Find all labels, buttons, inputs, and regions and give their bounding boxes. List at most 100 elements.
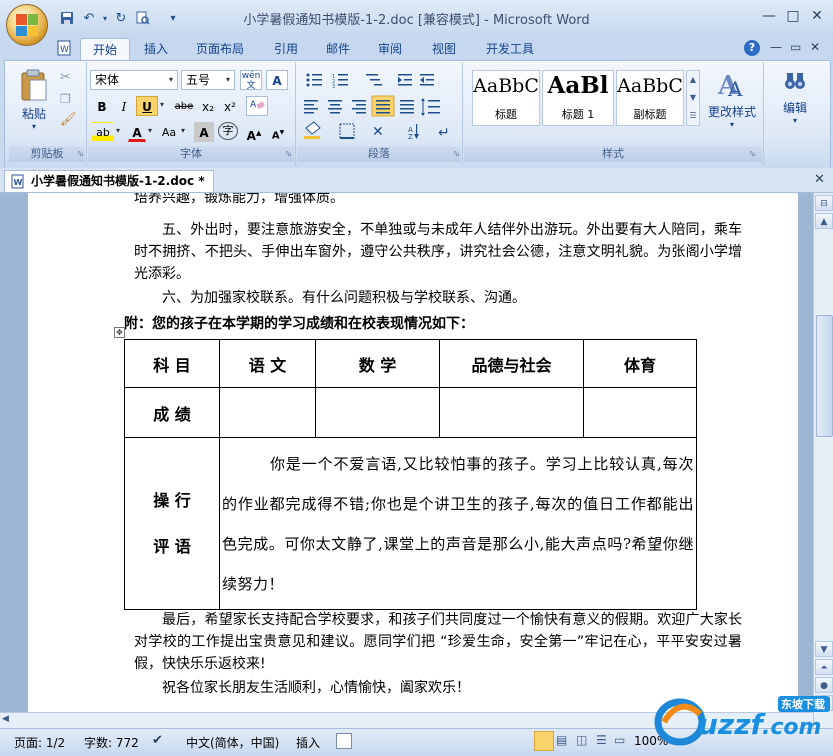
tab-page-layout[interactable]: 页面布局 <box>184 38 256 60</box>
document-page[interactable]: 培养兴趣，锻炼能力，增强体质。 五、外出时，要注意旅游安全，不单独或与未成年人结… <box>28 193 798 728</box>
styles-launcher-icon[interactable]: ⬂ <box>748 149 757 158</box>
paste-button[interactable]: 粘贴 ▾ <box>16 68 52 138</box>
tab-mailings[interactable]: 邮件 <box>314 38 362 60</box>
ribbon-close-icon[interactable]: ✕ <box>810 40 820 54</box>
tab-developer[interactable]: 开发工具 <box>474 38 546 60</box>
scroll-down-icon[interactable]: ▼ <box>687 89 699 107</box>
clear-format-button[interactable]: A <box>246 96 268 116</box>
more-icon[interactable]: ☰ <box>687 107 699 125</box>
vertical-scrollbar[interactable]: ⊟ ▲ ▼ ⏶ ● ⏷ <box>813 193 833 728</box>
grow-font-button[interactable]: A▲ <box>244 122 264 143</box>
ribbon-minimize-icon[interactable]: — <box>770 40 782 54</box>
tab-review[interactable]: 审阅 <box>366 38 414 60</box>
format-painter-icon[interactable]: 🖌 <box>60 112 77 127</box>
score-cell[interactable] <box>583 387 697 438</box>
svg-text:.com: .com <box>762 715 821 740</box>
draft-view-icon[interactable]: ▭ <box>614 733 625 747</box>
document-tab[interactable]: W 小学暑假通知书模版-1-2.doc * <box>4 170 214 192</box>
maximize-button[interactable]: □ <box>782 7 804 25</box>
change-styles-button[interactable]: AA 更改样式 ▾ <box>704 68 760 140</box>
highlight-button[interactable]: ab <box>92 122 114 142</box>
minimize-button[interactable]: — <box>758 7 780 25</box>
close-document-icon[interactable]: ✕ <box>814 172 825 187</box>
underline-button[interactable]: U <box>136 96 158 116</box>
sort-icon: AZ <box>408 124 419 141</box>
bold-button[interactable]: B <box>92 96 112 116</box>
highlight-dropdown-icon[interactable]: ▾ <box>116 126 120 135</box>
proofing-icon[interactable]: ✔ <box>152 733 163 748</box>
font-name-combo[interactable]: 宋体 ▾ <box>90 70 178 90</box>
score-label: 成 绩 <box>124 387 220 438</box>
language-status[interactable]: 中文(简体，中国) <box>186 734 279 751</box>
table-header: 数 学 <box>315 339 440 388</box>
clipboard-launcher-icon[interactable]: ⬂ <box>76 149 85 158</box>
chevron-down-icon: ▾ <box>225 75 230 84</box>
macro-record-icon[interactable] <box>336 733 352 749</box>
tab-view[interactable]: 视图 <box>420 38 468 60</box>
outline-view-icon[interactable]: ☰ <box>596 733 607 747</box>
editing-button[interactable]: 编辑 ▾ <box>768 68 822 140</box>
font-size-combo[interactable]: 五号 ▾ <box>181 70 235 90</box>
scroll-thumb[interactable] <box>816 315 833 437</box>
svg-text:↵: ↵ <box>438 125 450 141</box>
borders-icon <box>339 123 355 139</box>
font-color-button[interactable]: A <box>128 122 146 142</box>
close-button[interactable]: ✕ <box>806 7 828 25</box>
tab-home[interactable]: 开始 <box>80 38 131 61</box>
clear-format-icon: A <box>250 100 265 110</box>
style-heading-1[interactable]: AaBl 标题 1 <box>542 70 614 126</box>
office-button[interactable] <box>6 4 48 46</box>
web-view-icon[interactable]: ◫ <box>576 733 587 747</box>
phonetic-guide-button[interactable]: wén 文 <box>240 70 262 91</box>
print-layout-view-icon[interactable] <box>534 731 554 751</box>
change-styles-icon: AA <box>717 71 743 101</box>
change-case-dropdown-icon[interactable]: ▾ <box>181 126 185 135</box>
scroll-left-icon[interactable]: ◀ <box>2 714 9 724</box>
paragraph-group-label: 段落 <box>297 146 461 162</box>
ribbon-restore-icon[interactable]: ▭ <box>790 40 801 54</box>
comment-cell[interactable]: 你是一个不爱言语,又比较怕事的孩子。学习上比较认真,每次的作业都完成得不错;你也… <box>219 437 697 610</box>
word-count[interactable]: 字数: 772 <box>84 734 139 751</box>
shading-icon <box>304 121 321 139</box>
table-move-handle-icon[interactable]: ✥ <box>114 327 125 338</box>
paragraph-launcher-icon[interactable]: ⬂ <box>452 149 461 158</box>
style-title[interactable]: AaBbC 标题 <box>472 70 540 126</box>
svg-text:W: W <box>14 178 23 187</box>
underline-dropdown-icon[interactable]: ▾ <box>160 100 164 109</box>
ruler-toggle-icon[interactable]: ⊟ <box>815 195 833 211</box>
strikethrough-button[interactable]: abe <box>172 96 196 116</box>
copy-icon[interactable]: ❐ <box>60 92 71 106</box>
score-cell[interactable] <box>315 387 440 438</box>
tab-references[interactable]: 引用 <box>262 38 310 60</box>
styles-scroller[interactable]: ▲ ▼ ☰ <box>686 70 700 126</box>
full-screen-view-icon[interactable]: ▤ <box>556 733 567 747</box>
tab-insert[interactable]: 插入 <box>132 38 180 60</box>
scroll-up-icon[interactable]: ▲ <box>687 71 699 89</box>
scroll-down-icon[interactable]: ▼ <box>815 641 833 657</box>
subscript-button[interactable]: x₂ <box>198 96 218 116</box>
char-border-button[interactable]: A <box>266 70 288 90</box>
prev-page-icon[interactable]: ⏶ <box>815 659 833 675</box>
style-subtitle[interactable]: AaBbC 副标题 <box>616 70 684 126</box>
change-case-button[interactable]: Aa <box>158 122 180 142</box>
show-marks-icon: ↵ <box>438 125 450 141</box>
page-count[interactable]: 页面: 1/2 <box>14 734 65 751</box>
word-doc-icon[interactable]: W <box>56 40 72 56</box>
binoculars-icon <box>785 73 805 89</box>
insert-mode[interactable]: 插入 <box>296 734 320 751</box>
scroll-up-icon[interactable]: ▲ <box>815 213 833 229</box>
font-color-dropdown-icon[interactable]: ▾ <box>148 126 152 135</box>
score-cell[interactable] <box>219 387 316 438</box>
help-icon[interactable]: ? <box>744 40 760 56</box>
styles-group-label: 样式 <box>464 146 762 162</box>
score-cell[interactable] <box>439 387 584 438</box>
align-center-icon <box>328 100 342 114</box>
font-launcher-icon[interactable]: ⬂ <box>284 149 293 158</box>
char-shading-button[interactable]: A <box>194 122 214 142</box>
cut-icon[interactable]: ✂ <box>60 70 71 85</box>
bullets-icon <box>306 73 322 87</box>
enclose-char-button[interactable]: 字 <box>218 122 238 140</box>
superscript-button[interactable]: x² <box>220 96 240 116</box>
shrink-font-button[interactable]: A▼ <box>268 122 288 142</box>
italic-button[interactable]: I <box>114 96 134 116</box>
